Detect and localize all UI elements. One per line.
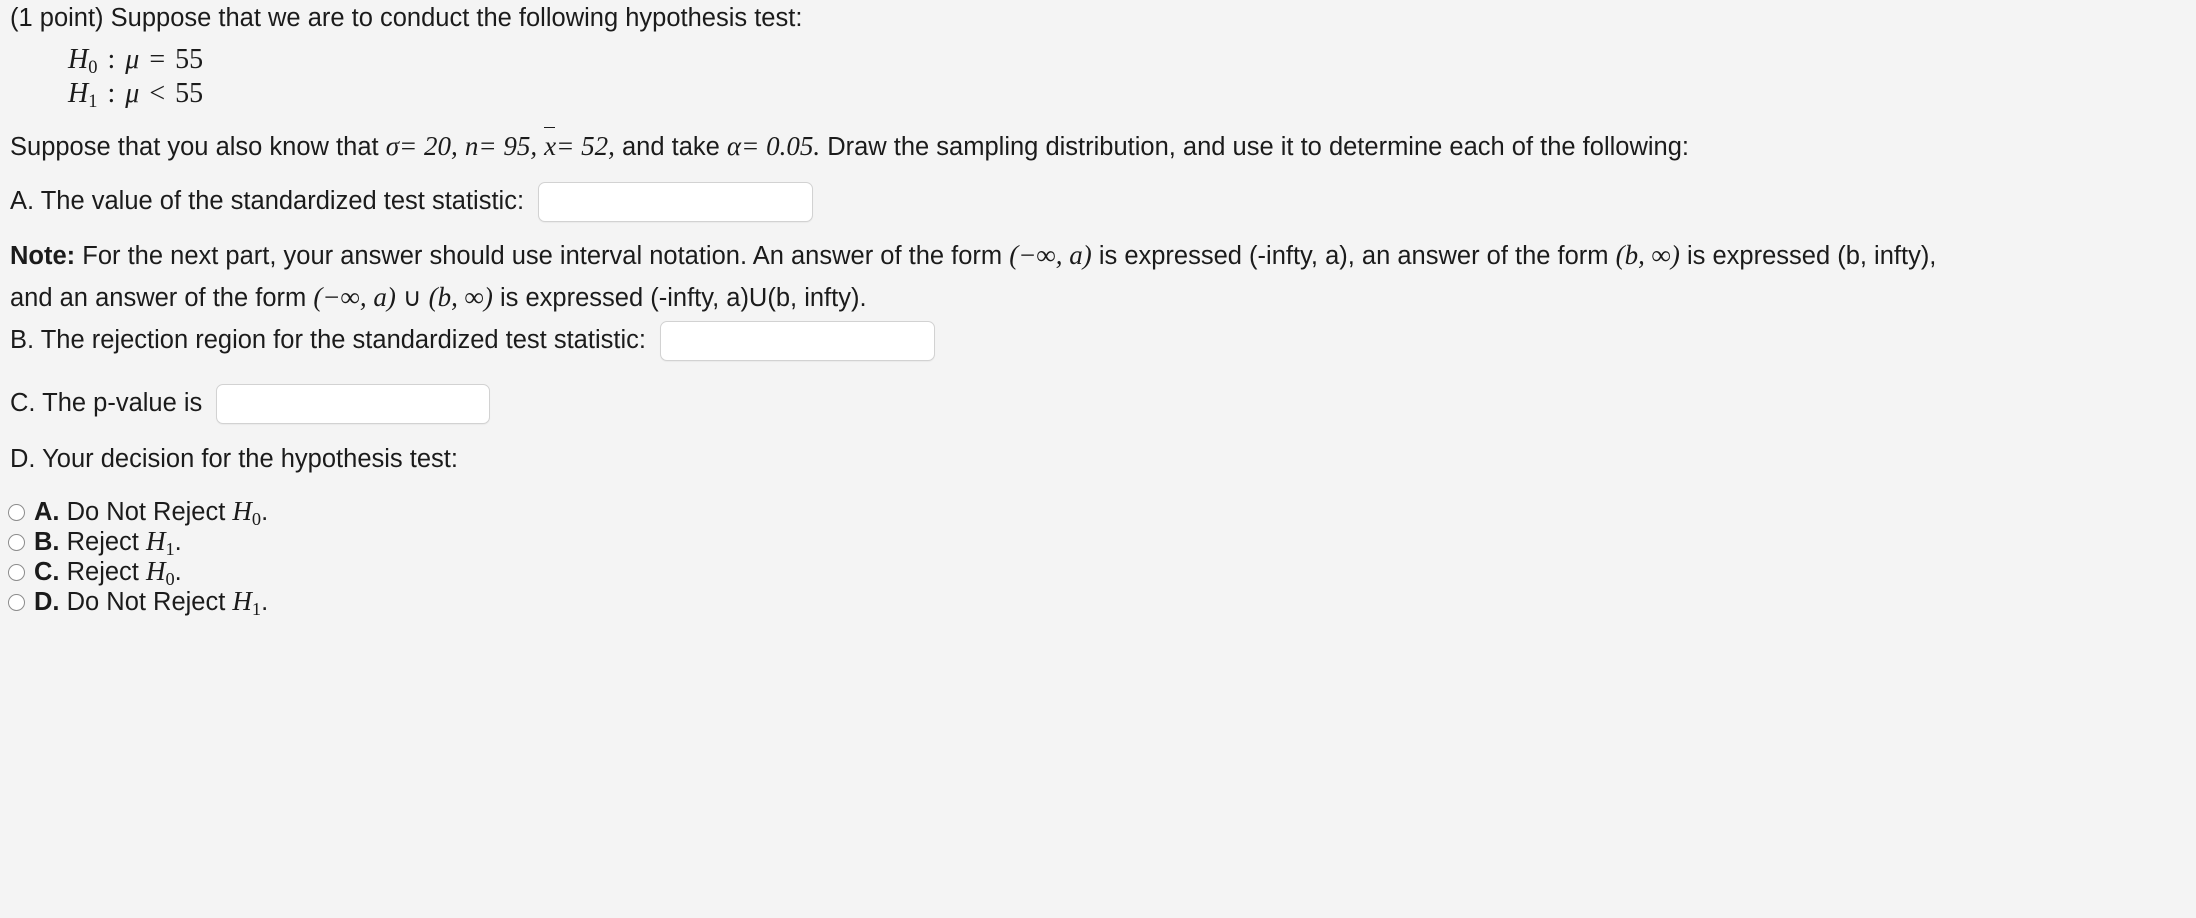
hypothesis-null: H0 : μ = 55	[68, 44, 203, 78]
xbar-value: = 52,	[556, 131, 615, 161]
given-values-line: Suppose that you also know that σ= 20, n…	[10, 127, 1689, 165]
note-interval-2: (b, ∞)	[1615, 240, 1680, 270]
radio-button-c[interactable]	[8, 563, 25, 581]
option-b-letter: B.	[34, 528, 60, 557]
note-union-symbol: ∪	[402, 283, 422, 312]
alpha-symbol: α	[726, 131, 742, 161]
h0-value: 55	[175, 44, 204, 75]
option-row-a[interactable]: A. Do Not Reject H0.	[8, 496, 269, 530]
part-b-row: B. The rejection region for the standard…	[10, 321, 935, 361]
sigma-symbol: σ	[385, 131, 400, 161]
note-text-1b: is expressed (-infty, a), an answer of t…	[1098, 242, 1609, 270]
note-line-2: and an answer of the form (−∞, a) ∪ (b, …	[10, 280, 2190, 316]
note-text-1c: is expressed (b, infty),	[1686, 242, 1937, 270]
h0-colon: :	[107, 44, 116, 75]
points-tag: (1 point)	[10, 4, 104, 32]
xbar-symbol: x	[544, 127, 556, 165]
n-symbol: n	[464, 131, 479, 161]
option-a-letter: A.	[34, 498, 60, 527]
option-b-text: Reject	[66, 528, 139, 557]
radio-button-a[interactable]	[8, 503, 25, 521]
option-b-symbol: H	[145, 526, 166, 557]
option-c-label: C. Reject H0.	[34, 556, 182, 590]
option-row-b[interactable]: B. Reject H1.	[8, 526, 268, 559]
part-c-label: C. The p-value is	[10, 389, 203, 418]
givens-mid: and take	[621, 133, 720, 161]
note-text-1a: For the next part, your answer should us…	[82, 242, 1003, 270]
h0-parameter: μ	[125, 44, 140, 75]
option-c-letter: C.	[34, 558, 60, 587]
part-d-label: D. Your decision for the hypothesis test…	[10, 445, 458, 473]
option-d-symbol: H	[232, 586, 252, 617]
note-interval-4: (b, ∞)	[428, 281, 493, 312]
option-a-period: .	[261, 498, 269, 527]
h1-value: 55	[175, 78, 204, 109]
option-row-d[interactable]: D. Do Not Reject H1.	[8, 586, 269, 620]
note-text-2a: and an answer of the form	[10, 283, 307, 312]
option-a-text: Do Not Reject	[66, 498, 226, 527]
h1-symbol: H	[68, 78, 89, 109]
h1-subscript: 1	[88, 90, 98, 111]
option-row-c[interactable]: C. Reject H0.	[8, 556, 268, 590]
givens-tail: Draw the sampling distribution, and use …	[827, 133, 1689, 161]
problem-page: (1 point) Suppose that we are to conduct…	[0, 0, 2196, 918]
radio-button-d[interactable]	[8, 593, 25, 611]
option-d-subscript: 1	[251, 599, 262, 620]
note-interval-1: (−∞, a)	[1009, 240, 1092, 270]
option-a-subscript: 0	[251, 509, 262, 530]
part-b-answer-input[interactable]	[659, 321, 935, 361]
option-d-label: D. Do Not Reject H1.	[34, 586, 269, 620]
part-c-answer-input[interactable]	[216, 384, 491, 424]
part-a-row: A. The value of the standardized test st…	[10, 182, 814, 222]
part-a-label: A. The value of the standardized test st…	[10, 187, 525, 216]
intro-text: Suppose that we are to conduct the follo…	[110, 4, 803, 32]
h1-parameter: μ	[125, 78, 140, 109]
problem-intro: (1 point) Suppose that we are to conduct…	[10, 2, 802, 36]
option-c-period: .	[174, 558, 182, 587]
interval-notation-note: Note: For the next part, your answer sho…	[10, 238, 2190, 315]
option-a-symbol: H	[232, 496, 252, 527]
alpha-value: = 0.05.	[741, 131, 821, 161]
note-text-2b: is expressed (-infty, a)U(b, infty).	[500, 283, 867, 312]
option-d-period: .	[261, 588, 269, 617]
h0-subscript: 0	[88, 56, 98, 77]
radio-button-b[interactable]	[8, 533, 25, 551]
h0-operator: =	[149, 44, 166, 75]
option-d-text: Do Not Reject	[66, 588, 226, 617]
sigma-value: = 20,	[399, 131, 458, 161]
option-c-symbol: H	[145, 556, 166, 587]
hypotheses-block: H0 : μ = 55 H1 : μ < 55	[68, 44, 203, 112]
hypothesis-alternative: H1 : μ < 55	[68, 78, 203, 112]
note-bold-label: Note:	[10, 242, 76, 270]
n-value: = 95,	[478, 131, 538, 161]
option-b-period: .	[174, 528, 182, 557]
note-interval-3: (−∞, a)	[313, 281, 396, 312]
option-a-label: A. Do Not Reject H0.	[34, 496, 269, 530]
decision-options-group: A. Do Not Reject H0. B. Reject H1. C. Re…	[8, 496, 269, 620]
h1-colon: :	[107, 78, 116, 109]
givens-lead: Suppose that you also know that	[10, 133, 379, 161]
option-c-subscript: 0	[165, 569, 175, 590]
part-c-row: C. The p-value is	[10, 384, 491, 424]
option-c-text: Reject	[66, 558, 139, 587]
option-d-letter: D.	[34, 588, 60, 617]
option-b-label: B. Reject H1.	[34, 526, 182, 559]
h0-symbol: H	[68, 44, 89, 75]
part-a-answer-input[interactable]	[538, 182, 814, 222]
h1-operator: <	[149, 78, 166, 109]
note-line-1: Note: For the next part, your answer sho…	[10, 238, 2190, 274]
part-b-label: B. The rejection region for the standard…	[10, 326, 646, 355]
part-d-row: D. Your decision for the hypothesis test…	[10, 443, 458, 477]
